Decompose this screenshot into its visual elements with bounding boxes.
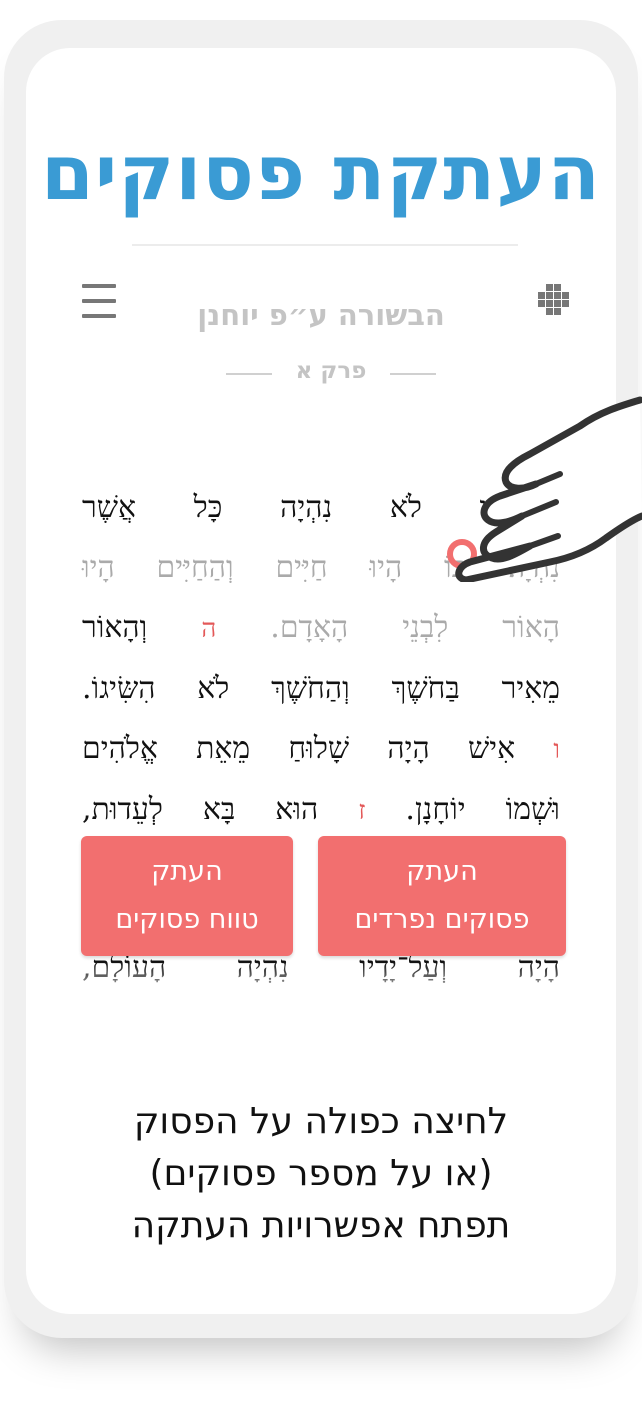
hamburger-menu-icon[interactable] — [82, 284, 116, 318]
verse-line-text: אִישׁ הָיָה שָׁלוּחַ מֵאֵת אֱלֹהִים — [82, 731, 516, 766]
instruction-line: (או על מספר פסוקים) — [149, 1153, 493, 1194]
verse-line-text: מֵאִיר בַּחֹשֶׁךְ וְהַחֹשֶׁךְ לֹא הִשִּׂ… — [82, 671, 560, 706]
copy-range-button[interactable]: העתק טווח פסוקים — [81, 836, 293, 956]
instruction-line: תפתח אפשרויות העתקה — [131, 1205, 511, 1246]
title-divider — [132, 244, 518, 246]
verse-line[interactable]: ו אִישׁ הָיָה שָׁלוּחַ מֵאֵת אֱלֹהִים — [82, 719, 560, 780]
verse-line[interactable]: הָאוֹר לִבְנֵי הָאָדָם. ה וְהָאוֹר — [82, 598, 560, 659]
verse-line[interactable]: מֵאִיר בַּחֹשֶׁךְ וְהַחֹשֶׁךְ לֹא הִשִּׂ… — [82, 659, 560, 719]
copy-separate-label-2: פסוקים נפרדים — [354, 904, 530, 935]
book-title[interactable]: הבשורה ע״פ יוחנן — [126, 298, 516, 332]
verse-line-text: הָאוֹר לִבְנֵי הָאָדָם. — [270, 610, 560, 645]
copy-separate-button[interactable]: העתק פסוקים נפרדים — [318, 836, 566, 956]
hand-outline — [455, 396, 642, 582]
grid-icon[interactable] — [536, 284, 570, 318]
verse-line[interactable]: וּשְׁמוֹ יוֹחָנָן. ז הוּא בָּא לְעֵדוּת, — [82, 780, 560, 841]
chapter-divider-right — [390, 373, 436, 375]
verse-number[interactable]: ז — [358, 796, 365, 826]
verse-line-text: וּשְׁמוֹ יוֹחָנָן. — [405, 792, 560, 827]
copy-range-label-1: העתק — [151, 856, 223, 887]
chapter-header: פרק א — [226, 358, 436, 388]
verse-line-text: וְהָאוֹר — [82, 610, 148, 645]
menu-bar — [82, 284, 116, 288]
instruction-line: לחיצה כפולה על הפסוק — [133, 1101, 509, 1142]
copy-separate-label-1: העתק — [406, 856, 478, 887]
menu-bar — [82, 314, 116, 318]
verse-number[interactable]: ו — [553, 735, 560, 765]
chapter-label: פרק א — [295, 358, 367, 384]
instructions: לחיצה כפולה על הפסוק (או על מספר פסוקים)… — [26, 1096, 616, 1252]
verse-line-text: הוּא בָּא לְעֵדוּת, — [82, 792, 319, 827]
phone-screen: העתקת פסוקים הבשורה ע״פ יוחנן פרק א עַל־… — [26, 48, 616, 1314]
verse-number[interactable]: ה — [201, 614, 216, 644]
menu-bar — [82, 299, 116, 303]
copy-range-label-2: טווח פסוקים — [115, 904, 259, 935]
page-title: העתקת פסוקים — [40, 128, 602, 217]
pointing-hand-icon — [447, 396, 642, 582]
